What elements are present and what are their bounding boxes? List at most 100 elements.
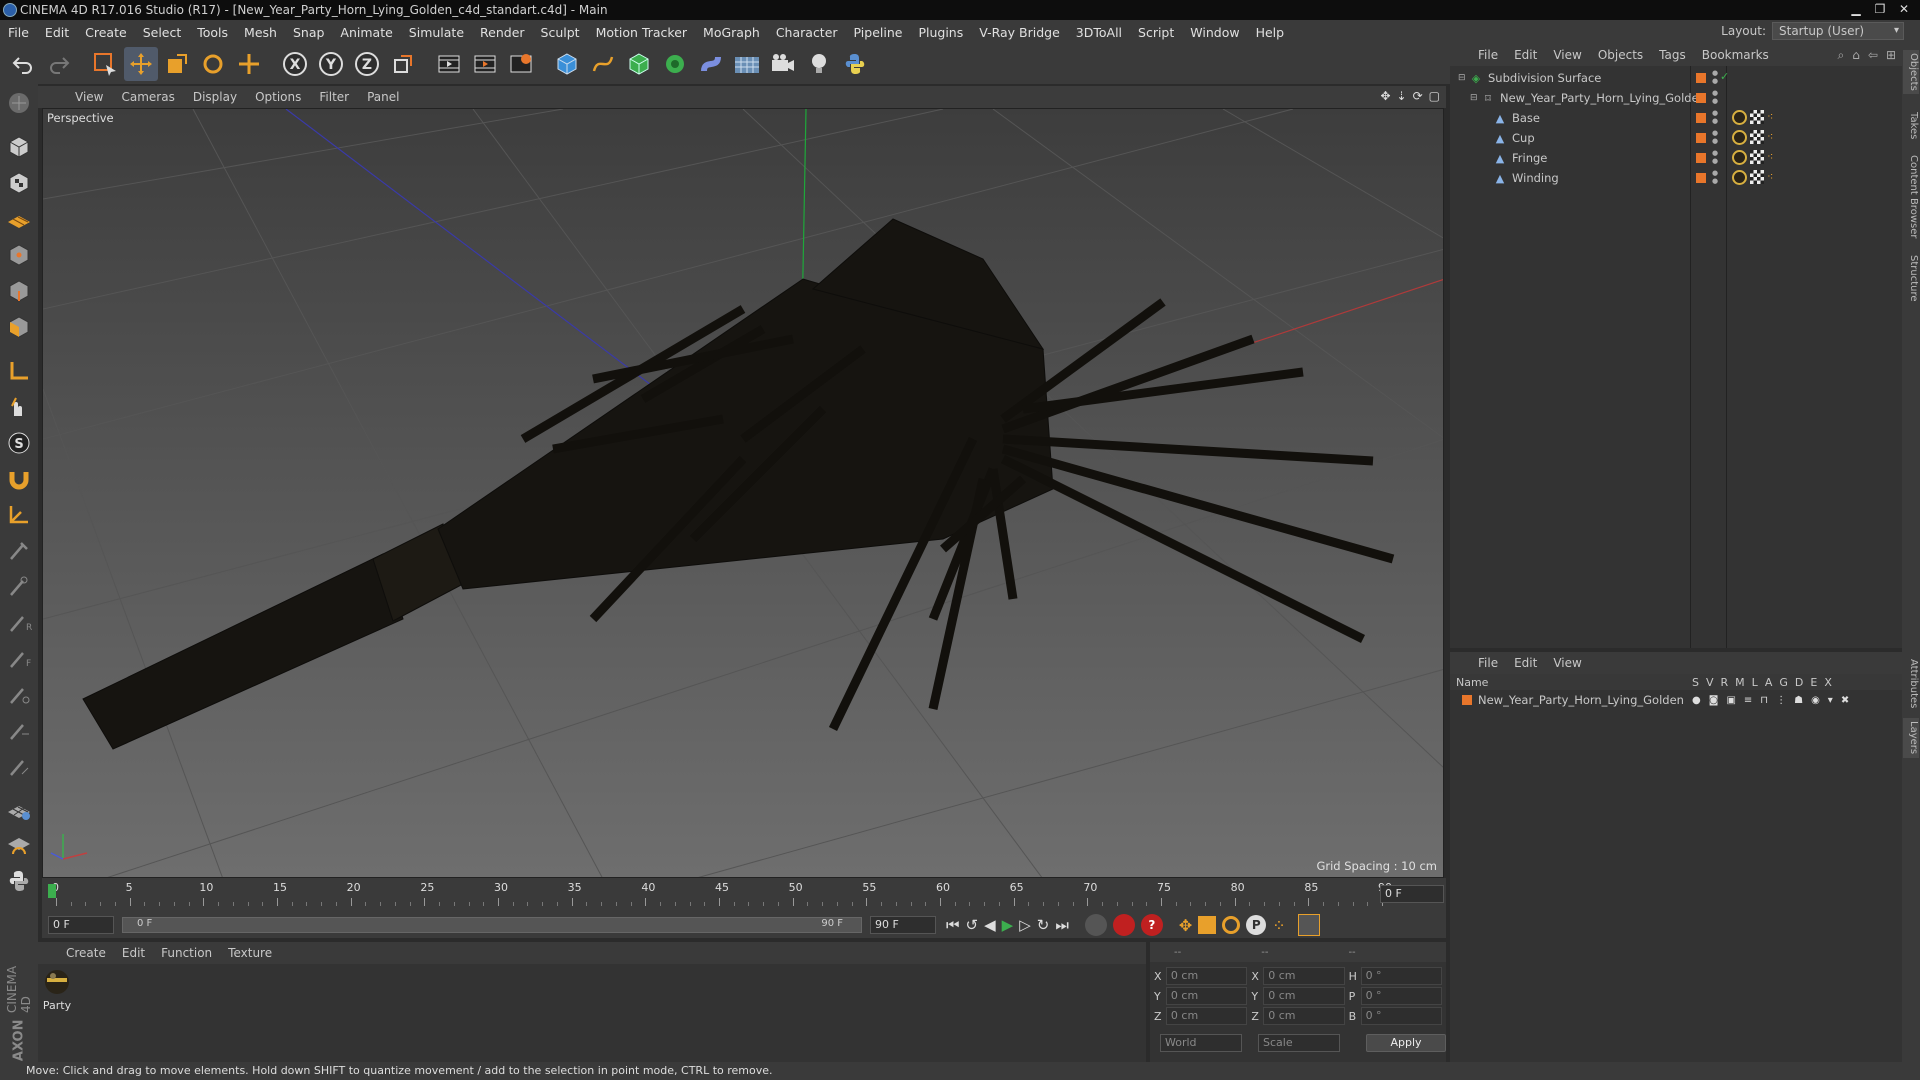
coordinate-space-dropdown[interactable]: World <box>1160 1034 1242 1052</box>
objects-menu-view[interactable]: View <box>1545 48 1589 62</box>
selection-tag-icon[interactable]: ⁖ <box>1767 130 1773 145</box>
close-button[interactable]: ✕ <box>1894 1 1914 17</box>
deformer-icon[interactable] <box>694 47 728 81</box>
viewport-menu-display[interactable]: Display <box>184 90 246 104</box>
position-value-field[interactable]: 0 cm <box>1165 1007 1248 1025</box>
sculpt-pull-icon[interactable] <box>2 570 36 604</box>
material-tag-icon[interactable] <box>1732 130 1747 145</box>
layer-color-swatch[interactable] <box>1696 153 1706 163</box>
rotation-value-field[interactable]: 0 ° <box>1360 1007 1442 1025</box>
object-row[interactable]: ⊟ ⌑ New_Year_Party_Horn_Lying_Golden ● ● <box>1450 88 1902 108</box>
render-view-icon[interactable] <box>432 47 466 81</box>
viewport-menu-panel[interactable]: Panel <box>358 90 408 104</box>
object-name[interactable]: Subdivision Surface <box>1488 71 1601 85</box>
viewport-menu-filter[interactable]: Filter <box>310 90 358 104</box>
tweak-mode-icon[interactable] <box>2 390 36 424</box>
end-frame-field[interactable]: 90 F <box>870 916 936 934</box>
selection-tag-icon[interactable]: ⁖ <box>1767 150 1773 165</box>
layer-expression-toggle[interactable]: ▾ <box>1828 695 1833 706</box>
menu-simulate[interactable]: Simulate <box>401 25 472 40</box>
uvw-tag-icon[interactable] <box>1750 170 1764 184</box>
viewport-camera-label[interactable]: Perspective <box>47 111 114 125</box>
texture-mode-icon[interactable] <box>2 166 36 200</box>
layer-color-swatch[interactable] <box>1462 695 1472 705</box>
move-tool-icon[interactable] <box>124 47 158 81</box>
layer-deformer-toggle[interactable]: ◉ <box>1811 695 1820 706</box>
size-mode-dropdown[interactable]: Scale <box>1258 1034 1340 1052</box>
go-to-start-icon[interactable]: ⏮ <box>946 916 960 934</box>
axis-mode-icon[interactable] <box>2 354 36 388</box>
menu-help[interactable]: Help <box>1248 25 1293 40</box>
tab-structure[interactable]: Structure <box>1903 248 1919 308</box>
objects-menu-tags[interactable]: Tags <box>1651 48 1694 62</box>
sculpt-brush-icon[interactable] <box>2 534 36 568</box>
record-active-objects-icon[interactable] <box>1112 914 1135 936</box>
object-name[interactable]: Winding <box>1512 171 1559 185</box>
menu-render[interactable]: Render <box>472 25 533 40</box>
script-python-icon[interactable] <box>2 864 36 898</box>
menu-vray-bridge[interactable]: V-Ray Bridge <box>971 25 1068 40</box>
timeline-window-icon[interactable] <box>1297 914 1320 936</box>
menu-edit[interactable]: Edit <box>37 25 77 40</box>
layer-column-header[interactable]: A <box>1765 676 1773 689</box>
sculpt-pinch-icon[interactable] <box>2 750 36 784</box>
scale-tool-icon[interactable] <box>160 47 194 81</box>
key-pla-icon[interactable]: ⁘ <box>1272 916 1285 935</box>
layer-column-header[interactable]: D <box>1795 676 1803 689</box>
menu-snap[interactable]: Snap <box>285 25 332 40</box>
rotation-value-field[interactable]: 0 ° <box>1360 987 1442 1005</box>
menu-select[interactable]: Select <box>135 25 190 40</box>
visibility-dots-icon[interactable]: ● ● <box>1712 89 1718 105</box>
material-menu-create[interactable]: Create <box>58 946 114 960</box>
menu-window[interactable]: Window <box>1182 25 1247 40</box>
position-value-field[interactable]: 0 cm <box>1165 987 1248 1005</box>
current-frame-field[interactable]: 0 F <box>1380 885 1444 903</box>
3d-viewport[interactable]: Perspective Grid Spacing : 10 cm <box>42 108 1444 878</box>
visibility-dots-icon[interactable]: ● ● <box>1712 169 1718 185</box>
layer-animation-toggle[interactable]: ⋮ <box>1776 695 1786 706</box>
layer-color-swatch[interactable] <box>1696 113 1706 123</box>
menu-create[interactable]: Create <box>77 25 135 40</box>
objects-menu-bookmarks[interactable]: Bookmarks <box>1694 48 1777 62</box>
restore-button[interactable]: ❐ <box>1870 1 1890 17</box>
layer-xref-toggle[interactable]: ✖ <box>1841 695 1849 706</box>
layers-menu-view[interactable]: View <box>1545 656 1589 670</box>
visibility-dots-icon[interactable]: ● ● <box>1712 149 1718 165</box>
menu-sculpt[interactable]: Sculpt <box>533 25 588 40</box>
visibility-dots-icon[interactable]: ● ● <box>1712 69 1718 85</box>
make-editable-icon[interactable] <box>2 86 36 120</box>
material-tag-icon[interactable] <box>1732 150 1747 165</box>
camera-icon[interactable] <box>766 47 800 81</box>
workplane-axis-icon[interactable] <box>2 498 36 532</box>
object-name[interactable]: New_Year_Party_Horn_Lying_Golden <box>1500 91 1706 105</box>
minimize-button[interactable]: ▁ <box>1846 1 1866 17</box>
z-axis-lock-icon[interactable]: Z <box>350 47 384 81</box>
uvw-tag-icon[interactable] <box>1750 110 1764 124</box>
undo-button[interactable] <box>6 47 40 81</box>
search-icon[interactable]: ⌕ <box>1838 48 1845 63</box>
layer-manager-toggle[interactable]: ≡ <box>1744 695 1752 706</box>
object-row[interactable]: ⊟ ◈ Subdivision Surface ● ● ✓ <box>1450 68 1902 88</box>
coordinate-system-icon[interactable] <box>386 47 420 81</box>
render-settings-icon[interactable] <box>504 47 538 81</box>
objects-menu-file[interactable]: File <box>1470 48 1506 62</box>
object-row[interactable]: ▲ Base ● ● ⁖ <box>1450 108 1902 128</box>
object-name[interactable]: Cup <box>1512 131 1535 145</box>
menu-mesh[interactable]: Mesh <box>236 25 285 40</box>
selection-tag-icon[interactable]: ⁖ <box>1767 170 1773 185</box>
viewport-menu-view[interactable]: View <box>66 90 112 104</box>
model-mode-icon[interactable] <box>2 130 36 164</box>
layer-column-header[interactable]: X <box>1824 676 1832 689</box>
key-position-icon[interactable]: ✥ <box>1179 916 1192 935</box>
layer-color-swatch[interactable] <box>1696 173 1706 183</box>
spline-pen-icon[interactable] <box>586 47 620 81</box>
layer-column-header[interactable]: R <box>1721 676 1729 689</box>
viewport-menu-options[interactable]: Options <box>246 90 310 104</box>
magnet-icon[interactable] <box>2 462 36 496</box>
sculpt-smooth-icon[interactable]: R <box>2 606 36 640</box>
tab-objects[interactable]: Objects <box>1903 50 1919 94</box>
uvw-tag-icon[interactable] <box>1750 150 1764 164</box>
object-name[interactable]: Fringe <box>1512 151 1547 165</box>
layers-menu-edit[interactable]: Edit <box>1506 656 1545 670</box>
subdivision-surface-icon[interactable] <box>622 47 656 81</box>
